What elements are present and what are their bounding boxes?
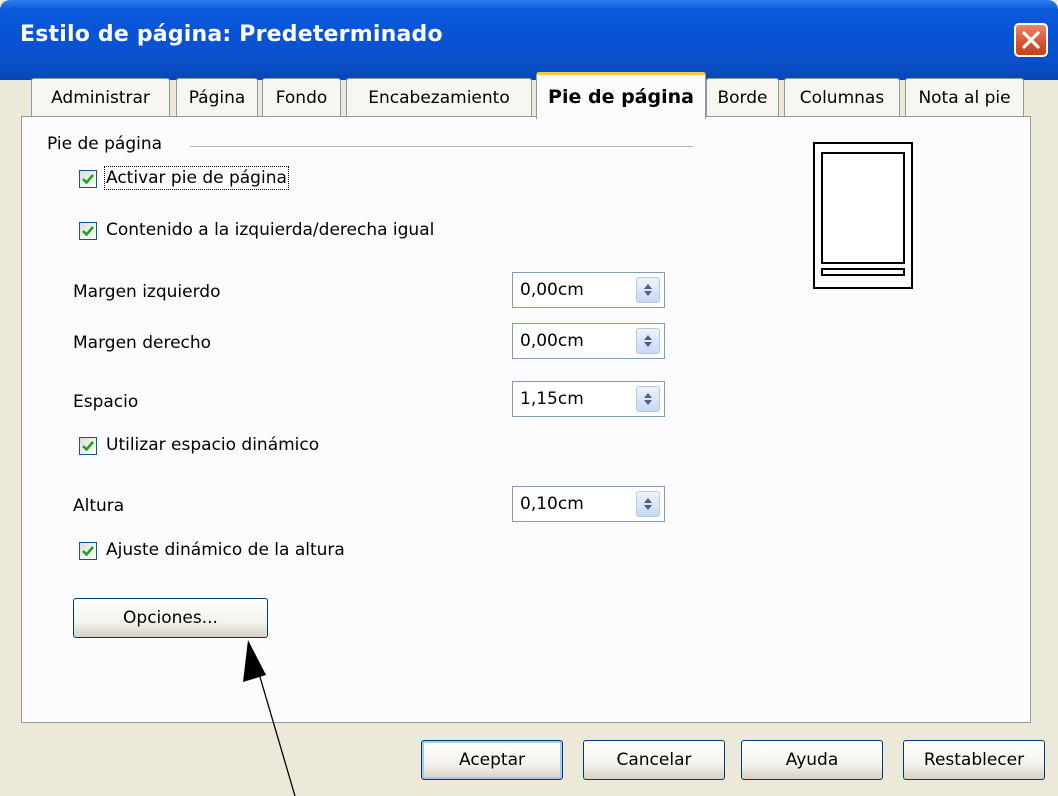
espacio-value: 1,15cm	[520, 389, 584, 409]
margen-der-value: 0,00cm	[520, 331, 584, 351]
espacio-dinamico-label[interactable]: Utilizar espacio dinámico	[106, 435, 319, 455]
spin-arrows[interactable]	[636, 386, 660, 412]
activar-label[interactable]: Activar pie de página	[104, 166, 289, 190]
espacio-label: Espacio	[73, 392, 139, 412]
espacio-dinamico-checkbox[interactable]	[79, 437, 97, 455]
ajuste-altura-label[interactable]: Ajuste dinámico de la altura	[106, 540, 345, 560]
spin-arrows-icon	[644, 498, 652, 510]
margen-izq-label: Margen izquierdo	[73, 282, 221, 302]
spin-arrows-icon	[644, 284, 652, 296]
margen-der-field[interactable]: 0,00cm	[512, 323, 665, 359]
ayuda-button[interactable]: Ayuda	[741, 740, 883, 780]
checkmark-icon	[82, 546, 94, 557]
page-preview-footer	[821, 268, 905, 276]
spin-arrows[interactable]	[636, 328, 660, 354]
page-preview-body	[821, 152, 905, 264]
checkmark-icon	[82, 174, 94, 185]
altura-field[interactable]: 0,10cm	[512, 486, 665, 522]
margen-der-label: Margen derecho	[73, 333, 212, 353]
opciones-button[interactable]: Opciones...	[73, 598, 268, 638]
contenido-label[interactable]: Contenido a la izquierda/derecha igual	[106, 220, 434, 240]
altura-value: 0,10cm	[520, 494, 584, 514]
altura-label: Altura	[73, 496, 125, 516]
ajuste-altura-checkbox[interactable]	[79, 542, 97, 560]
section-title: Pie de página	[47, 134, 163, 154]
espacio-field[interactable]: 1,15cm	[512, 381, 665, 417]
checkmark-icon	[82, 441, 94, 452]
page-style-dialog: Estilo de página: Predeterminado Adminis…	[0, 0, 1058, 796]
restablecer-button[interactable]: Restablecer	[903, 740, 1045, 780]
checkmark-icon	[82, 226, 94, 237]
spin-arrows-icon	[644, 393, 652, 405]
cancelar-button[interactable]: Cancelar	[583, 740, 725, 780]
page-preview	[813, 142, 913, 289]
margen-izq-value: 0,00cm	[520, 280, 584, 300]
spin-arrows[interactable]	[636, 491, 660, 517]
margen-izq-field[interactable]: 0,00cm	[512, 272, 665, 308]
spin-arrows-icon	[644, 335, 652, 347]
aceptar-button[interactable]: Aceptar	[421, 740, 563, 780]
spin-arrows[interactable]	[636, 277, 660, 303]
contenido-checkbox[interactable]	[79, 222, 97, 240]
activar-checkbox[interactable]	[79, 170, 97, 188]
section-divider	[190, 146, 693, 147]
